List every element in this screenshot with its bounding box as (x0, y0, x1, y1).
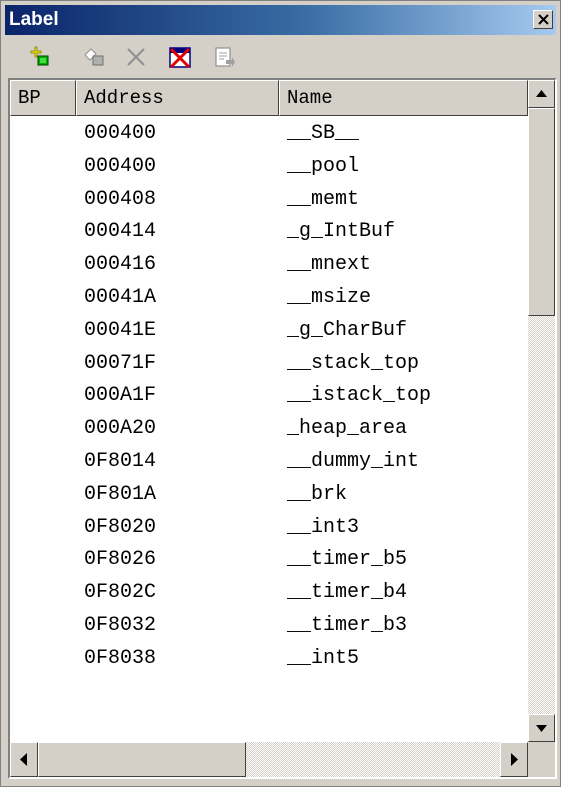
name-cell: __dummy_int (287, 450, 420, 473)
delete-label-icon[interactable] (124, 45, 150, 71)
address-cell: 000A1F (84, 384, 157, 408)
address-cell: 000400 (84, 154, 157, 178)
address-cell: 000408 (84, 187, 157, 211)
name-cell: __SB__ (287, 122, 360, 145)
table-row[interactable]: 000400 __pool (10, 149, 528, 182)
address-cell: 0F802C (84, 581, 157, 605)
name-cell: __int3 (287, 515, 360, 539)
table-row[interactable]: 000408 __memt (10, 182, 528, 215)
table-row[interactable]: 0F8020 __int3 (10, 510, 528, 543)
name-cell: __timer_b4 (287, 581, 408, 605)
vertical-scroll-thumb[interactable] (528, 108, 555, 316)
name-cell: _g_IntBuf (287, 220, 396, 244)
label-grid: BP Address Name 000400 __SB__ 000400 __pool… (8, 78, 557, 779)
scroll-up-button[interactable] (528, 80, 555, 108)
scroll-right-button[interactable] (500, 742, 528, 777)
table-row[interactable]: 000416 __mnext (10, 247, 528, 280)
edit-label-icon[interactable] (82, 45, 108, 71)
name-cell: _heap_area (287, 417, 408, 441)
name-cell: __int5 (287, 646, 360, 670)
table-row[interactable]: 0F8026 __timer_b5 (10, 542, 528, 575)
name-cell: __brk (287, 482, 348, 506)
scroll-right-icon (511, 753, 518, 766)
name-cell: __pool (287, 154, 360, 178)
address-cell: 0F8038 (84, 646, 157, 670)
table-row[interactable]: 000400 __SB__ (10, 116, 528, 149)
address-cell: 0F8032 (84, 614, 157, 637)
table-row[interactable]: 00071F __stack_top (10, 346, 528, 379)
address-cell: 0F8014 (84, 450, 157, 473)
vertical-scrollbar[interactable] (528, 80, 555, 742)
address-cell: 0F8020 (84, 515, 157, 539)
horizontal-scrollbar[interactable] (10, 742, 528, 777)
name-cell: __istack_top (287, 384, 432, 408)
table-row[interactable]: 0F801A __brk (10, 477, 528, 510)
address-cell: 000400 (84, 122, 157, 145)
horizontal-scroll-thumb[interactable] (38, 742, 246, 777)
table-row[interactable]: 00041A __msize (10, 280, 528, 313)
name-cell: __memt (287, 187, 360, 211)
table-row[interactable]: 000A20 _heap_area (10, 411, 528, 444)
label-rows: 000400 __SB__ 000400 __pool 000408 __memt 0004… (10, 116, 528, 742)
table-row[interactable]: 0F8038 __int5 (10, 641, 528, 674)
delete-all-icon[interactable] (168, 45, 194, 71)
scroll-down-icon (536, 725, 547, 732)
add-label-icon[interactable] (27, 45, 53, 71)
table-row[interactable]: 0F8032 __timer_b3 (10, 608, 528, 641)
column-header-bp[interactable]: BP (10, 80, 76, 116)
scroll-up-icon (536, 90, 547, 97)
export-icon[interactable] (212, 45, 238, 71)
address-cell: 0F8026 (84, 548, 157, 572)
column-header-name[interactable]: Name (279, 80, 528, 116)
name-cell: __stack_top (287, 351, 420, 375)
address-cell: 000414 (84, 220, 157, 244)
scrollbar-corner (528, 742, 555, 777)
address-cell: 00041E (84, 318, 157, 342)
close-button[interactable] (533, 10, 553, 29)
name-cell: __mnext (287, 253, 372, 277)
title-bar[interactable]: Label (5, 5, 556, 35)
close-icon (538, 14, 549, 25)
toolbar (5, 37, 556, 75)
table-row[interactable]: 000414 _g_IntBuf (10, 214, 528, 247)
scroll-down-button[interactable] (528, 714, 555, 742)
label-window: Label BP Address Name 000400 __SB__ 0004… (0, 0, 561, 787)
name-cell: __msize (287, 286, 372, 309)
name-cell: _g_CharBuf (287, 318, 408, 342)
address-cell: 00071F (84, 351, 157, 375)
name-cell: __timer_b5 (287, 548, 408, 572)
table-row[interactable]: 00041E _g_CharBuf (10, 313, 528, 346)
name-cell: __timer_b3 (287, 614, 408, 637)
window-title: Label (9, 9, 59, 30)
scroll-left-icon (20, 753, 27, 766)
address-cell: 00041A (84, 286, 157, 309)
table-row[interactable]: 0F8014 __dummy_int (10, 444, 528, 477)
column-header-address[interactable]: Address (76, 80, 279, 116)
address-cell: 0F801A (84, 482, 157, 506)
address-cell: 000416 (84, 253, 157, 277)
address-cell: 000A20 (84, 417, 157, 441)
scroll-left-button[interactable] (10, 742, 38, 777)
table-row[interactable]: 000A1F __istack_top (10, 378, 528, 411)
table-row[interactable]: 0F802C __timer_b4 (10, 575, 528, 608)
